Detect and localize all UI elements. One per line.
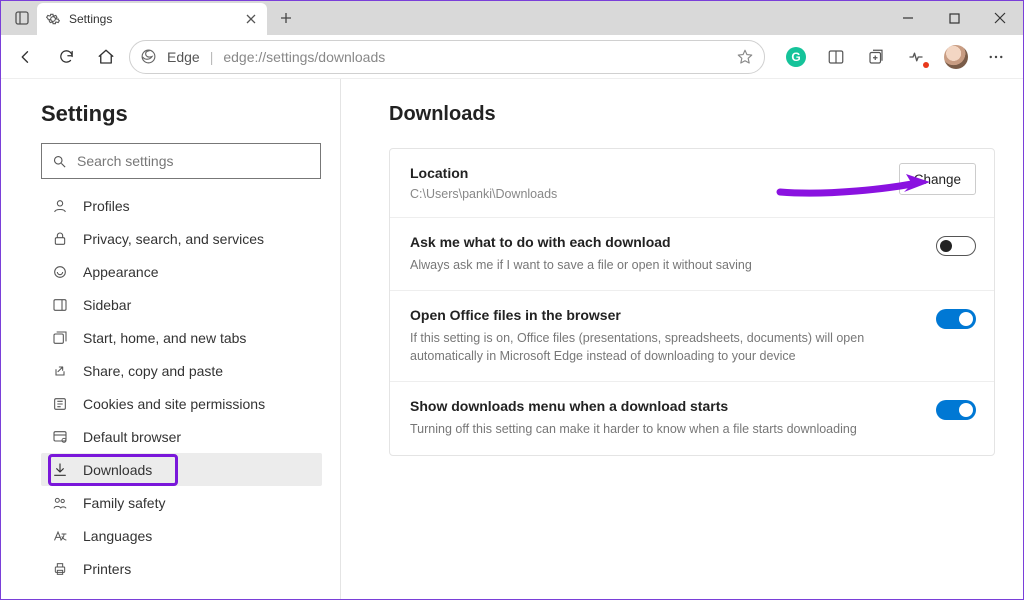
favorite-star-icon[interactable]	[736, 48, 754, 66]
sidebar-item-label: Default browser	[83, 429, 181, 445]
new-tab-button[interactable]	[271, 3, 301, 33]
sidebar-item-downloads[interactable]: Downloads	[41, 453, 322, 486]
minimize-button[interactable]	[885, 1, 931, 35]
family-icon	[51, 494, 69, 512]
close-icon[interactable]	[243, 11, 259, 27]
address-separator: |	[210, 49, 214, 65]
location-row: Location C:\Users\panki\Downloads Change	[390, 149, 994, 218]
sidebar-item-appearance[interactable]: Appearance	[41, 255, 322, 288]
profile-icon	[51, 197, 69, 215]
window-controls	[885, 1, 1023, 35]
settings-nav: Profiles Privacy, search, and services A…	[41, 189, 322, 585]
sidebar-heading: Settings	[41, 101, 322, 127]
sidebar-item-cookies[interactable]: Cookies and site permissions	[41, 387, 322, 420]
language-icon	[51, 527, 69, 545]
downloads-card: Location C:\Users\panki\Downloads Change…	[389, 148, 995, 456]
row-desc: Always ask me if I want to save a file o…	[410, 256, 890, 274]
tab-title: Settings	[69, 12, 235, 26]
edge-logo-icon	[140, 48, 157, 65]
download-icon	[51, 461, 69, 479]
page-title: Downloads	[389, 103, 995, 126]
row-desc: If this setting is on, Office files (pre…	[410, 329, 890, 365]
address-engine-label: Edge	[167, 49, 200, 65]
browser-tab-active[interactable]: Settings	[37, 3, 267, 35]
more-menu-button[interactable]	[977, 40, 1015, 74]
sidebar-item-family[interactable]: Family safety	[41, 486, 322, 519]
gear-icon	[45, 11, 61, 27]
maximize-button[interactable]	[931, 1, 977, 35]
sidebar-item-share[interactable]: Share, copy and paste	[41, 354, 322, 387]
sidebar-item-start[interactable]: Start, home, and new tabs	[41, 321, 322, 354]
location-title: Location	[410, 165, 974, 181]
sidebar-item-label: Start, home, and new tabs	[83, 330, 246, 346]
settings-search[interactable]	[41, 143, 321, 179]
grammarly-extension-icon[interactable]: G	[777, 40, 815, 74]
home-button[interactable]	[89, 40, 123, 74]
sidebar-item-printers[interactable]: Printers	[41, 552, 322, 585]
location-path: C:\Users\panki\Downloads	[410, 187, 974, 201]
browser-essentials-icon[interactable]	[897, 40, 935, 74]
sidebar-item-label: Sidebar	[83, 297, 131, 313]
printer-icon	[51, 560, 69, 578]
sidebar-item-label: Languages	[83, 528, 152, 544]
show-menu-toggle[interactable]	[936, 400, 976, 420]
sidebar-item-label: Share, copy and paste	[83, 363, 223, 379]
refresh-button[interactable]	[49, 40, 83, 74]
sidebar-item-label: Family safety	[83, 495, 165, 511]
sidebar-item-languages[interactable]: Languages	[41, 519, 322, 552]
lock-icon	[51, 230, 69, 248]
sidebar-item-label: Profiles	[83, 198, 130, 214]
window-titlebar: Settings	[1, 1, 1023, 35]
share-icon	[51, 362, 69, 380]
search-icon	[52, 154, 67, 169]
sidebar-item-label: Printers	[83, 561, 131, 577]
office-files-row: Open Office files in the browser If this…	[390, 291, 994, 382]
address-bar[interactable]: Edge | edge://settings/downloads	[129, 40, 765, 74]
collections-icon[interactable]	[857, 40, 895, 74]
sidebar-item-privacy[interactable]: Privacy, search, and services	[41, 222, 322, 255]
row-desc: Turning off this setting can make it har…	[410, 420, 890, 438]
settings-content: Downloads Location C:\Users\panki\Downlo…	[341, 79, 1023, 599]
profile-avatar[interactable]	[937, 40, 975, 74]
office-files-toggle[interactable]	[936, 309, 976, 329]
sidebar-item-label: Appearance	[83, 264, 159, 280]
window-close-button[interactable]	[977, 1, 1023, 35]
main-area: Settings Profiles Privacy, search, and s…	[1, 79, 1023, 599]
split-screen-icon[interactable]	[817, 40, 855, 74]
browser-icon	[51, 428, 69, 446]
sidebar-item-label: Privacy, search, and services	[83, 231, 264, 247]
tab-actions-icon[interactable]	[7, 3, 37, 33]
sidebar-item-default-browser[interactable]: Default browser	[41, 420, 322, 453]
search-input[interactable]	[77, 153, 310, 169]
show-menu-row: Show downloads menu when a download star…	[390, 382, 994, 454]
sidebar-icon	[51, 296, 69, 314]
address-url: edge://settings/downloads	[223, 49, 726, 65]
ask-download-toggle[interactable]	[936, 236, 976, 256]
row-title: Ask me what to do with each download	[410, 234, 974, 250]
settings-sidebar: Settings Profiles Privacy, search, and s…	[1, 79, 341, 599]
row-title: Show downloads menu when a download star…	[410, 398, 974, 414]
tab-strip: Settings	[1, 1, 301, 35]
back-button[interactable]	[9, 40, 43, 74]
change-location-button[interactable]: Change	[899, 163, 976, 195]
tabs-icon	[51, 329, 69, 347]
ask-download-row: Ask me what to do with each download Alw…	[390, 218, 994, 291]
appearance-icon	[51, 263, 69, 281]
sidebar-item-sidebar[interactable]: Sidebar	[41, 288, 322, 321]
sidebar-item-profiles[interactable]: Profiles	[41, 189, 322, 222]
cookie-icon	[51, 395, 69, 413]
sidebar-item-label: Cookies and site permissions	[83, 396, 265, 412]
browser-toolbar: Edge | edge://settings/downloads G	[1, 35, 1023, 79]
row-title: Open Office files in the browser	[410, 307, 974, 323]
avatar	[944, 45, 968, 69]
sidebar-item-label: Downloads	[83, 462, 152, 478]
toolbar-right-icons: G	[777, 40, 1015, 74]
